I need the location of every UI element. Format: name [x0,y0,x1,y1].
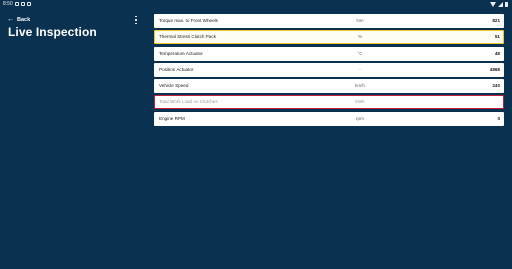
parameter-value: 0 [497,115,500,121]
notification-icon [27,2,31,6]
parameter-row[interactable]: Position Actuator - 4868 [154,62,504,77]
parameter-name: Total Work Load on Clutches [159,99,218,105]
status-bar: 8:50 [0,0,512,9]
parameter-unit: km/h [355,83,365,89]
parameter-unit: rpm [356,115,364,121]
notification-icons [15,2,31,6]
parameter-row[interactable]: Torque max. to Front Wheels Nm 821 [154,14,504,28]
parameter-name: Position Actuator [159,66,194,72]
parameter-list: Torque max. to Front Wheels Nm 821 Therm… [154,14,504,128]
parameter-name: Torque max. to Front Wheels [159,18,218,23]
parameter-value: 51 [494,34,500,40]
parameter-name: Vehicle Speed [159,83,189,89]
notification-icon [15,2,19,6]
page-title: Live Inspection [8,25,97,39]
more-vert-icon[interactable] [134,16,138,24]
parameter-row[interactable]: Engine RPM rpm 0 [154,111,504,126]
parameter-value: 240 [492,83,500,89]
notification-icon [21,2,25,6]
back-label: Back [17,17,31,23]
back-button[interactable]: ← Back [7,16,30,24]
wifi-icon [490,2,496,7]
parameter-unit: Nm [356,18,364,23]
parameter-unit: - [359,66,361,72]
arrow-left-icon: ← [7,16,14,23]
parameter-row[interactable]: Temperature Actuator °C 48 [154,46,504,61]
parameter-value: 821 [492,18,500,23]
parameter-value: 48 [494,50,500,56]
signal-icon [498,2,503,7]
system-icons [490,2,508,7]
parameter-name: Thermal Stress Clutch Pack [159,34,216,40]
parameter-row[interactable]: Vehicle Speed km/h 240 [154,79,504,94]
parameter-row-warning[interactable]: Thermal Stress Clutch Pack % 51 [154,30,504,45]
parameter-name: Temperature Actuator [159,50,203,56]
parameter-unit: kWh [355,99,365,105]
parameter-name: Engine RPM [159,115,185,121]
status-time: 8:50 [3,1,13,7]
parameter-unit: °C [357,50,363,56]
parameter-value: 4868 [489,66,500,72]
parameter-value: - [498,99,500,105]
parameter-row-alert[interactable]: Total Work Load on Clutches kWh - [154,95,504,110]
parameter-unit: % [357,34,363,40]
battery-icon [505,2,508,7]
